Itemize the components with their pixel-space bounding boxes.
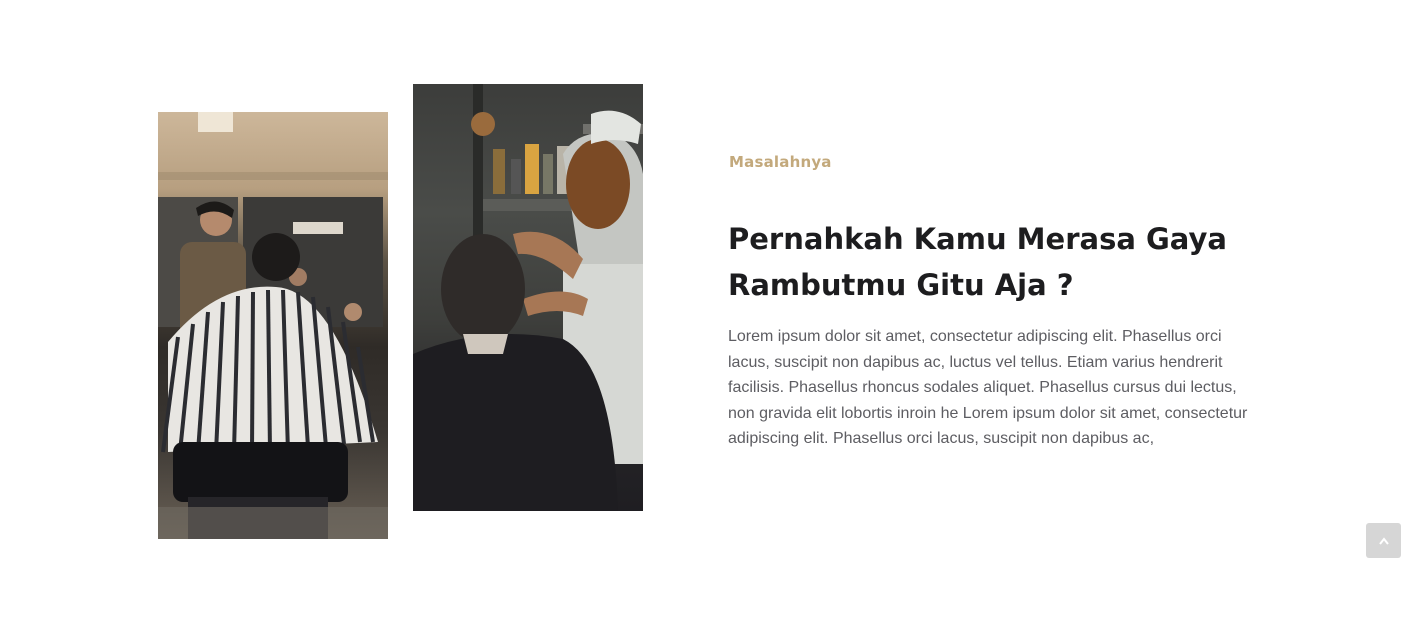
section-body-text: Lorem ipsum dolor sit amet, consectetur … [728, 328, 1248, 448]
barbershop-interior-photo [158, 112, 388, 539]
about-section: Masalahnya Pernahkah Kamu Merasa Gaya Ra… [0, 0, 1416, 623]
barber-cutting-hair-photo [413, 84, 643, 511]
chevron-up-icon [1378, 536, 1389, 545]
section-heading: Pernahkah Kamu Merasa Gaya Rambutmu Gitu… [728, 222, 1227, 302]
scroll-to-top-button[interactable] [1366, 523, 1401, 558]
section-eyebrow: Masalahnya [729, 153, 832, 171]
